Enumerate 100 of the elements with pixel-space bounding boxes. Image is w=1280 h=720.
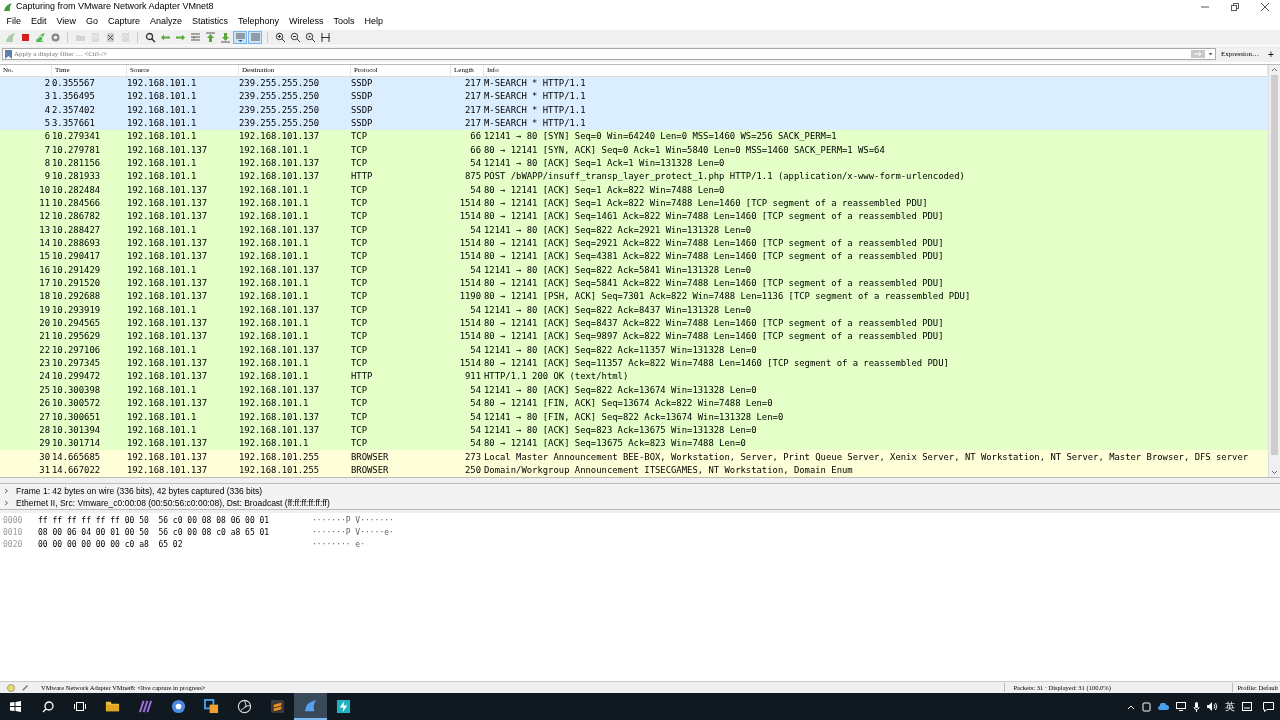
- menu-item[interactable]: Telephony: [233, 15, 284, 29]
- bookmark-icon[interactable]: [5, 49, 12, 59]
- table-cell-text: 12141 → 80 [ACK] Seq=822 Ack=13674 Win=131328 Len=0: [484, 385, 758, 395]
- table-cell-text: 1514: [458, 199, 482, 208]
- menu-item[interactable]: Capture: [103, 15, 145, 29]
- table-cell-text: 250: [463, 465, 482, 475]
- table-cell-text: 10.288693: [52, 239, 102, 248]
- gear-icon[interactable]: [48, 31, 62, 44]
- packet-row[interactable]: 12 10.286782 192.168.101.137 192.168.101.1 TCP 1514 80 → 12141 [ACK] Seq=1461 Ack=822 Win=7488 Len=1460 [TCP segment of a reassembled PDU]: [0, 210, 1268, 224]
- table-cell-text: 192.168.101.1: [239, 399, 310, 409]
- table-cell-text: 80 → 12141 [ACK] Seq=8437 Ack=822 Win=7488 Len=1460 [TCP segment of a reassembled PDU]: [484, 319, 945, 328]
- hex-bytes: 00 00 00 00 00 00 c0 a8 65 02: [38, 539, 184, 551]
- search-icon[interactable]: [143, 31, 157, 44]
- table-cell-text: 10.292688: [52, 292, 102, 302]
- table-cell-text: 11: [38, 199, 51, 208]
- table-cell-text: 192.168.101.1: [127, 385, 198, 395]
- table-cell-text: M-SEARCH * HTTP/1.1: [484, 105, 587, 115]
- table-cell-text: 192.168.101.137: [127, 452, 209, 462]
- table-cell-text: 192.168.101.1: [127, 412, 198, 422]
- table-cell-text: 10.281933: [52, 172, 102, 182]
- table-cell-text: 192.168.101.137: [239, 158, 321, 168]
- scroll-thumb[interactable]: [1271, 75, 1278, 455]
- table-cell-text: 192.168.101.1: [239, 212, 310, 222]
- table-cell-text: 8: [43, 158, 51, 168]
- menu-item[interactable]: Go: [81, 15, 103, 29]
- keyboard-icon[interactable]: [1242, 702, 1252, 711]
- menu-item[interactable]: Edit: [26, 15, 52, 29]
- restart-icon[interactable]: [33, 31, 47, 44]
- close-icon[interactable]: [1261, 3, 1269, 11]
- table-cell-text: 192.168.101.137: [127, 292, 209, 302]
- task-view-icon[interactable]: [74, 701, 86, 712]
- table-cell-text: 29: [38, 439, 51, 449]
- table-cell-text: TCP: [351, 252, 369, 262]
- search-icon[interactable]: [42, 700, 54, 713]
- restore-icon[interactable]: [1231, 3, 1239, 11]
- start-icon[interactable]: [10, 701, 21, 712]
- table-cell-text: 54: [469, 425, 482, 435]
- table-cell-text: M-SEARCH * HTTP/1.1: [484, 78, 587, 88]
- table-cell-text: 192.168.101.137: [127, 199, 209, 208]
- notification-icon[interactable]: [1263, 701, 1274, 712]
- table-cell-text: 911: [463, 372, 482, 382]
- menu-item[interactable]: Tools: [329, 15, 360, 29]
- menu-item[interactable]: Help: [360, 15, 388, 29]
- table-cell-text: 26: [38, 399, 51, 409]
- packet-row[interactable]: 9 10.281933 192.168.101.1 192.168.101.137 HTTP 875 POST /bWAPP/insuff_transp_layer_protect_1.php HTTP/1.1 (application/x-www-form-urlencoded): [0, 170, 1268, 184]
- menu-item[interactable]: Statistics: [187, 15, 233, 29]
- speaker-icon[interactable]: [1207, 702, 1218, 711]
- resize-columns-icon[interactable]: [318, 31, 332, 44]
- zoom-reset-icon[interactable]: [303, 31, 317, 44]
- packet-row[interactable]: 24 10.299472 192.168.101.137 192.168.101.1 HTTP 911 HTTP/1.1 200 OK (text/html): [0, 370, 1268, 384]
- table-cell-text: 3.357661: [52, 118, 96, 128]
- chevron-up-icon[interactable]: [1127, 703, 1135, 710]
- packet-row[interactable]: 6 10.279341 192.168.101.1 192.168.101.137 TCP 66 12141 → 80 [SYN] Seq=0 Win=64240 Len=0 MSS=1460 WS=256 SACK_PERM=1: [0, 130, 1268, 144]
- table-cell-text: 12141 → 80 [ACK] Seq=822 Ack=5841 Win=131328 Len=0: [484, 265, 753, 275]
- packet-row[interactable]: 18 10.292688 192.168.101.137 192.168.101.1 TCP 1190 80 → 12141 [PSH, ACK] Seq=7301 Ack=822 Win=7488 Len=1136 [TCP segment of a reassembled PDU]: [0, 290, 1268, 304]
- edit-icon[interactable]: [21, 683, 29, 692]
- menu-item[interactable]: Analyze: [145, 15, 187, 29]
- packet-row[interactable]: 13 10.288427 192.168.101.1 192.168.101.137 TCP 54 12141 → 80 [ACK] Seq=822 Ack=2921 Win=131328 Len=0: [0, 223, 1268, 237]
- packet-row[interactable]: 15 10.290417 192.168.101.137 192.168.101.1 TCP 1514 80 → 12141 [ACK] Seq=4381 Ack=822 Win=7488 Len=1460 [TCP segment of a reassembled PDU]: [0, 250, 1268, 264]
- detail-item[interactable]: Ethernet II, Src: Vmware_c0:00:08 (00:50:56:c0:00:08), Dst: Broadcast (ff:ff:ff:ff:ff:ff): [16, 496, 330, 510]
- table-cell-text: 192.168.101.1: [127, 345, 198, 355]
- table-cell-text: TCP: [351, 345, 369, 355]
- table-cell-text: 15: [38, 252, 51, 262]
- table-cell-text: 1514: [458, 359, 482, 369]
- menu-item[interactable]: File: [2, 15, 26, 29]
- microphone-icon[interactable]: [1193, 701, 1200, 712]
- zoom-in-icon[interactable]: [273, 31, 287, 44]
- table-cell-text: 192.168.101.1: [239, 372, 310, 382]
- cloud-icon[interactable]: [1158, 703, 1169, 710]
- packet-row[interactable]: 3 1.356495 192.168.101.1 239.255.255.250 SSDP 217 M-SEARCH * HTTP/1.1: [0, 90, 1268, 104]
- table-cell-text: TCP: [351, 305, 369, 315]
- packet-row[interactable]: 10 10.282484 192.168.101.137 192.168.101.1 TCP 54 80 → 12141 [ACK] Seq=1 Ack=822 Win=7488 Len=0: [0, 183, 1268, 197]
- input-method-indicator[interactable]: 英: [1225, 699, 1235, 714]
- first-packet-icon[interactable]: [203, 31, 217, 44]
- network-icon[interactable]: [1176, 702, 1186, 711]
- colorize-icon[interactable]: [248, 31, 262, 44]
- menu-item[interactable]: Wireless: [284, 15, 329, 29]
- packet-row[interactable]: 4 2.357402 192.168.101.1 239.255.255.250 SSDP 217 M-SEARCH * HTTP/1.1: [0, 103, 1268, 117]
- hex-bytes: ff ff ff ff ff ff 00 50 56 c0 00 08 08 06 00 01: [38, 515, 271, 527]
- table-cell-text: 80 → 12141 [ACK] Seq=1461 Ack=822 Win=7488 Len=1460 [TCP segment of a reassembled PDU]: [484, 212, 945, 222]
- table-cell-text: 10.297106: [52, 345, 102, 355]
- dropdown-icon[interactable]: [1206, 50, 1214, 58]
- table-cell-text: TCP: [351, 145, 369, 155]
- fin-icon[interactable]: [294, 693, 327, 720]
- scrollbar[interactable]: [1268, 65, 1280, 477]
- table-cell-text: TCP: [351, 158, 369, 168]
- add-button[interactable]: +: [1264, 46, 1278, 62]
- menu-item[interactable]: View: [52, 15, 81, 29]
- packet-row[interactable]: 21 10.295629 192.168.101.137 192.168.101.1 TCP 1514 80 → 12141 [ACK] Seq=9897 Ack=822 Win=7488 Len=1460 [TCP segment of a reassembled PDU]: [0, 330, 1268, 344]
- table-cell-text: TCP: [351, 439, 369, 449]
- table-cell-text: POST /bWAPP/insuff_transp_layer_protect_1.php HTTP/1.1 (application/x-www-form-urlencoded): [484, 172, 966, 182]
- table-cell-text: 3: [43, 92, 51, 102]
- tray-icon[interactable]: [1142, 701, 1151, 712]
- packet-row[interactable]: 30 14.665685 192.168.101.137 192.168.101.255 BROWSER 273 Local Master Announcement BEE-BOX, Workstation, Server, Print Queue Server, Xenix Server, NT Workstation, NT Server, Master Browser, DFS server: [0, 450, 1268, 464]
- packet-row[interactable]: 27 10.300651 192.168.101.1 192.168.101.137 TCP 54 12141 → 80 [FIN, ACK] Seq=822 Ack=13674 Win=131328 Len=0: [0, 410, 1268, 424]
- last-packet-icon[interactable]: [218, 31, 232, 44]
- packet-row[interactable]: 7 10.279781 192.168.101.137 192.168.101.1 TCP 66 80 → 12141 [SYN, ACK] Seq=0 Ack=1 Win=5840 Len=0 MSS=1460 SACK_PERM=1 WS=64: [0, 143, 1268, 157]
- table-cell-text: 12141 → 80 [ACK] Seq=822 Ack=8437 Win=131328 Len=0: [484, 305, 753, 315]
- zoom-out-icon[interactable]: [288, 31, 302, 44]
- detail-item[interactable]: Frame 1: 42 bytes on wire (336 bits), 42 bytes captured (336 bits): [16, 484, 263, 498]
